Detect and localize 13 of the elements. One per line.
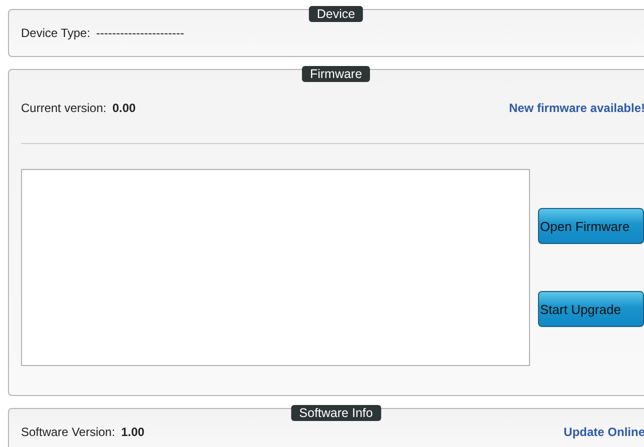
version-label: Current version:	[21, 101, 106, 115]
panel-title: Device	[308, 6, 364, 22]
firmware-available-link[interactable]: New firmware available!	[508, 101, 644, 115]
version-value: 0.00	[112, 101, 136, 115]
device-type-label: Device Type:	[21, 26, 90, 40]
firmware-button[interactable]: Start Upgrade	[538, 291, 644, 327]
software-version-label: Software Version:	[21, 425, 116, 439]
panel-title: Software Info	[291, 405, 381, 421]
device-type-value: ----------------------	[96, 26, 184, 40]
panel-title: Firmware	[302, 66, 370, 82]
software-version-value: 1.00	[121, 425, 144, 439]
firmware-log-field[interactable]	[21, 169, 530, 366]
firmware-button[interactable]: Open Firmware	[538, 208, 644, 244]
